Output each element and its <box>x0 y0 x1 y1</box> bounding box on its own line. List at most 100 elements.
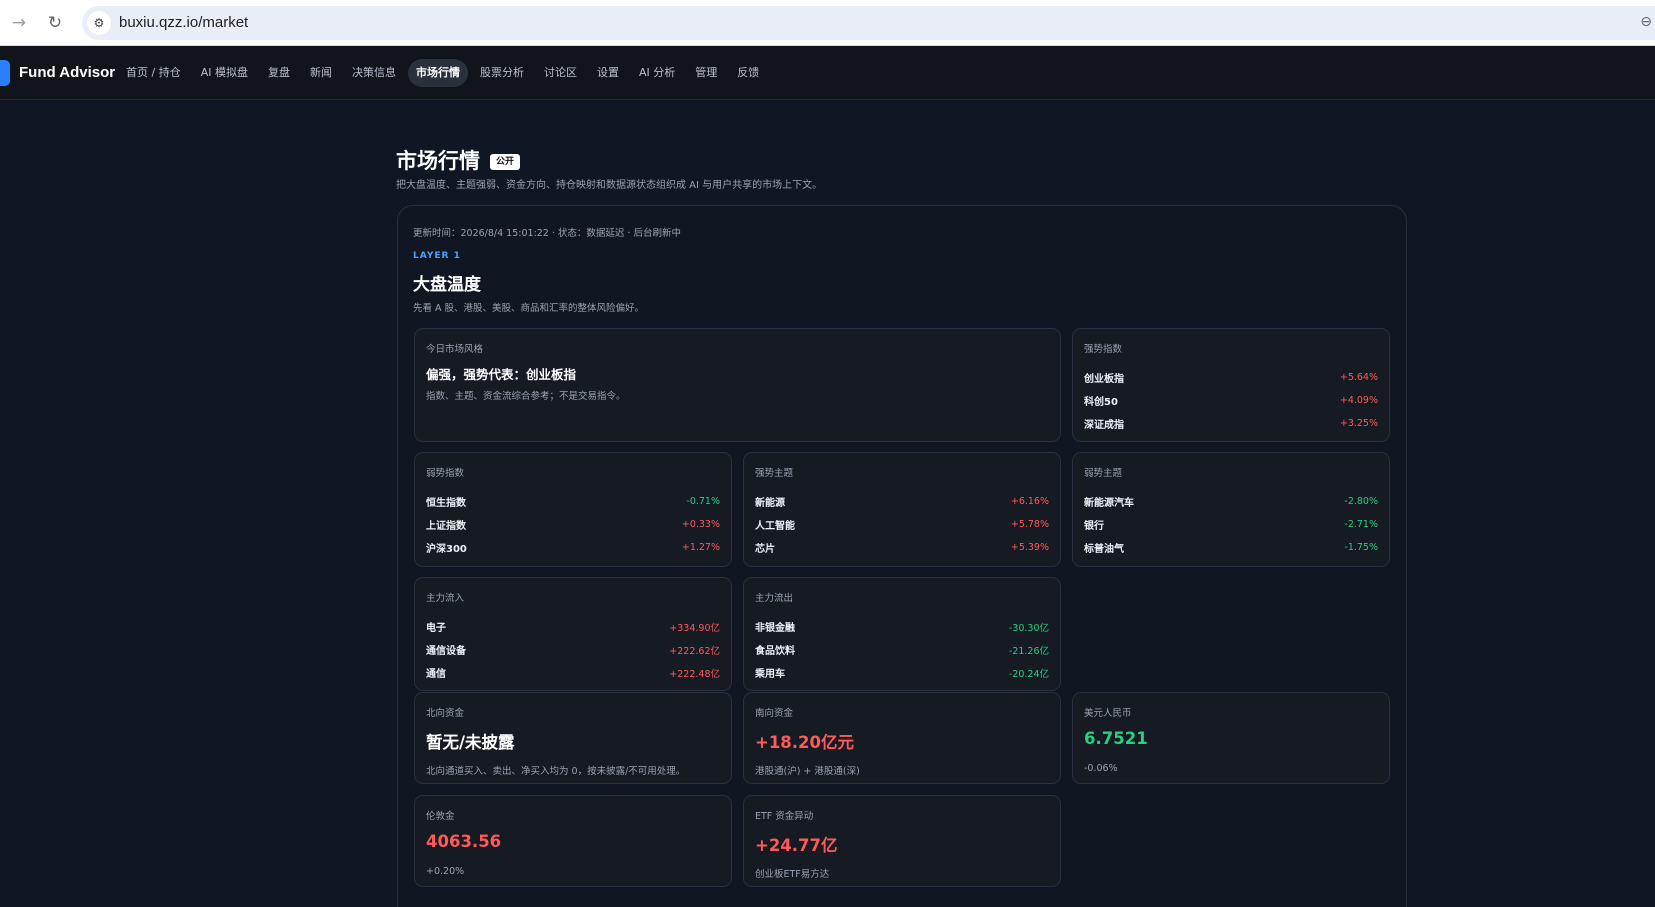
southbound-value: +18.20亿元 <box>755 733 855 752</box>
northbound-value: 暂无/未披露 <box>426 733 515 752</box>
nav-item-stock-analysis[interactable]: 股票分析 <box>472 59 532 87</box>
item-name: 上证指数 <box>426 521 466 532</box>
list-item[interactable]: 深证成指 +3.25% <box>1084 412 1378 435</box>
item-name: 芯片 <box>755 544 775 555</box>
item-name: 通信设备 <box>426 646 466 657</box>
list-item[interactable]: 通信设备 +222.62亿 <box>426 638 720 661</box>
list-item[interactable]: 食品饮料 -21.26亿 <box>755 638 1049 661</box>
reload-icon[interactable]: ↻ <box>44 12 66 34</box>
card-label: 南向资金 <box>755 708 794 719</box>
item-change: -0.71% <box>686 496 720 507</box>
list-item[interactable]: 新能源汽车 -2.80% <box>1084 490 1378 513</box>
market-style-note: 指数、主题、资金流综合参考；不是交易指令。 <box>426 391 626 402</box>
item-change: +0.33% <box>681 519 720 530</box>
list-item[interactable]: 电子 +334.90亿 <box>426 615 720 638</box>
update-status: 更新时间：2026/8/4 15:01:22 · 状态：数据延迟 · 后台刷新中 <box>413 228 681 239</box>
card-label: 主力流入 <box>426 593 465 604</box>
nav-item-review[interactable]: 复盘 <box>260 59 298 87</box>
list-item[interactable]: 非银金融 -30.30亿 <box>755 615 1049 638</box>
market-style-card: 今日市场风格 偏强，强势代表：创业板指 指数、主题、资金流综合参考；不是交易指令… <box>414 328 1061 442</box>
section-title: 大盘温度 <box>413 275 481 295</box>
public-badge: 公开 <box>490 154 520 170</box>
strong-theme-list: 新能源 +6.16% 人工智能 +5.78% 芯片 +5.39% <box>755 490 1049 559</box>
list-item[interactable]: 芯片 +5.39% <box>755 536 1049 559</box>
strong-index-list: 创业板指 +5.64% 科创50 +4.09% 深证成指 +3.25% <box>1084 366 1378 435</box>
list-item[interactable]: 乘用车 -20.24亿 <box>755 661 1049 684</box>
zoom-icon[interactable]: ⊖ <box>1640 14 1652 30</box>
weak-theme-card: 弱势主题 新能源汽车 -2.80% 银行 -2.71% 标普油气 -1.75% <box>1072 452 1390 567</box>
item-change: +6.16% <box>1010 496 1049 507</box>
list-item[interactable]: 标普油气 -1.75% <box>1084 536 1378 559</box>
list-item[interactable]: 上证指数 +0.33% <box>426 513 720 536</box>
item-name: 人工智能 <box>755 521 795 532</box>
item-change: +5.39% <box>1010 542 1049 553</box>
list-item[interactable]: 创业板指 +5.64% <box>1084 366 1378 389</box>
brand-name[interactable]: Fund Advisor <box>19 64 115 81</box>
item-name: 非银金融 <box>755 623 795 634</box>
item-amount: +222.48亿 <box>669 668 720 680</box>
list-item[interactable]: 沪深300 +1.27% <box>426 536 720 559</box>
forward-arrow-icon[interactable]: → <box>8 12 30 34</box>
northbound-note: 北向通道买入、卖出、净买入均为 0，按未披露/不可用处理。 <box>426 766 686 777</box>
item-name: 标普油气 <box>1084 544 1124 555</box>
card-label: 美元人民币 <box>1084 708 1132 719</box>
list-item[interactable]: 通信 +222.48亿 <box>426 661 720 684</box>
item-name: 沪深300 <box>426 544 467 555</box>
item-name: 深证成指 <box>1084 420 1124 431</box>
nav-item-market[interactable]: 市场行情 <box>407 59 468 87</box>
list-item[interactable]: 新能源 +6.16% <box>755 490 1049 513</box>
nav-item-settings[interactable]: 设置 <box>589 59 627 87</box>
url-text[interactable]: buxiu.qzz.io/market <box>119 14 248 31</box>
nav-item-forum[interactable]: 讨论区 <box>536 59 585 87</box>
southbound-note: 港股通(沪) + 港股通(深) <box>755 766 860 777</box>
brand-logo-icon[interactable] <box>0 60 10 86</box>
nav-item-decision[interactable]: 决策信息 <box>344 59 404 87</box>
nav-item-home[interactable]: 首页 / 持仓 <box>118 59 189 87</box>
browser-toolbar: → ↻ ⚙ buxiu.qzz.io/market ⊖ <box>0 0 1655 46</box>
usdcny-card: 美元人民币 6.7521 -0.06% <box>1072 692 1390 784</box>
item-amount: +222.62亿 <box>669 645 720 657</box>
item-change: +5.64% <box>1339 372 1378 383</box>
page-subtitle: 把大盘温度、主题强弱、资金方向、持仓映射和数据源状态组织成 AI 与用户共享的市… <box>396 180 823 191</box>
item-name: 通信 <box>426 669 446 680</box>
nav-item-ai-analysis[interactable]: AI 分析 <box>631 59 683 87</box>
card-label: 弱势主题 <box>1084 468 1123 479</box>
card-label: 强势指数 <box>1084 344 1123 355</box>
nav-item-feedback[interactable]: 反馈 <box>729 59 767 87</box>
address-bar[interactable]: ⚙ buxiu.qzz.io/market ⊖ <box>82 6 1655 40</box>
main-inflow-card: 主力流入 电子 +334.90亿 通信设备 +222.62亿 通信 +222.48亿 <box>414 577 732 691</box>
strong-index-card: 强势指数 创业板指 +5.64% 科创50 +4.09% 深证成指 +3.25% <box>1072 328 1390 442</box>
item-name: 银行 <box>1084 521 1104 532</box>
item-amount: -20.24亿 <box>1008 668 1049 680</box>
item-name: 电子 <box>426 623 446 634</box>
market-style-headline: 偏强，强势代表：创业板指 <box>426 367 577 382</box>
item-name: 创业板指 <box>1084 374 1124 385</box>
page-title: 市场行情 <box>396 149 480 173</box>
card-label: 北向资金 <box>426 708 465 719</box>
item-change: +4.09% <box>1339 395 1378 406</box>
london-gold-change: +0.20% <box>426 866 465 877</box>
list-item[interactable]: 科创50 +4.09% <box>1084 389 1378 412</box>
london-gold-card: 伦敦金 4063.56 +0.20% <box>414 795 732 887</box>
nav-item-admin[interactable]: 管理 <box>687 59 725 87</box>
card-label: 主力流出 <box>755 593 794 604</box>
usdcny-change: -0.06% <box>1084 763 1118 774</box>
item-change: -2.80% <box>1344 496 1378 507</box>
card-label: ETF 资金异动 <box>755 811 814 822</box>
list-item[interactable]: 人工智能 +5.78% <box>755 513 1049 536</box>
site-info-icon[interactable]: ⚙ <box>87 11 111 35</box>
card-label: 强势主题 <box>755 468 794 479</box>
item-change: +3.25% <box>1339 418 1378 429</box>
strong-theme-card: 强势主题 新能源 +6.16% 人工智能 +5.78% 芯片 +5.39% <box>743 452 1061 567</box>
list-item[interactable]: 恒生指数 -0.71% <box>426 490 720 513</box>
nav-item-ai-sim[interactable]: AI 模拟盘 <box>193 59 256 87</box>
item-name: 乘用车 <box>755 669 785 680</box>
southbound-card: 南向资金 +18.20亿元 港股通(沪) + 港股通(深) <box>743 692 1061 784</box>
main-outflow-card: 主力流出 非银金融 -30.30亿 食品饮料 -21.26亿 乘用车 -20.24亿 <box>743 577 1061 691</box>
layer-label: LAYER 1 <box>413 251 461 261</box>
list-item[interactable]: 银行 -2.71% <box>1084 513 1378 536</box>
item-amount: +334.90亿 <box>669 622 720 634</box>
nav-item-news[interactable]: 新闻 <box>302 59 340 87</box>
card-label: 伦敦金 <box>426 811 455 822</box>
item-name: 恒生指数 <box>426 498 466 509</box>
